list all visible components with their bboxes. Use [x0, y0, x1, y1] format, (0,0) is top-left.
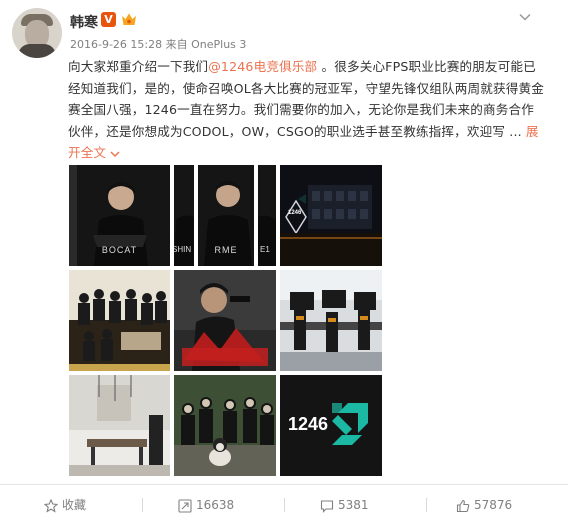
star-icon	[44, 498, 58, 513]
office-photo-icon	[69, 375, 170, 476]
post-body: 向大家郑重介绍一下我们@1246电竞俱乐部 。很多关心FPS职业比赛的朋友可能已…	[68, 56, 544, 164]
favorite-label: 收藏	[62, 498, 87, 512]
post-image-group-dog[interactable]	[174, 375, 276, 476]
player-name-caption: SHIN	[174, 245, 192, 254]
post-source: OnePlus 3	[191, 38, 247, 51]
post-image-gaming-room[interactable]	[280, 270, 382, 371]
poster-photo-icon	[174, 270, 276, 371]
expand-chevron-icon	[110, 150, 120, 157]
post-text-intro: 向大家郑重介绍一下我们	[68, 59, 209, 74]
chevron-down-icon[interactable]	[518, 10, 532, 24]
divider	[426, 498, 427, 512]
divider	[284, 498, 285, 512]
post-image-e1[interactable]: E1	[258, 165, 276, 266]
post-image-logo[interactable]: 1246	[280, 375, 382, 476]
like-count: 57876	[474, 498, 513, 512]
stage-logo-text: 1246	[288, 210, 302, 216]
author-avatar[interactable]	[12, 8, 62, 58]
player-name-caption: RME	[214, 245, 238, 255]
comment-button[interactable]: 5381	[320, 490, 369, 520]
like-button[interactable]: 57876	[456, 490, 512, 520]
player-name-caption: E1	[260, 245, 270, 254]
post-image-stage[interactable]: 1246	[280, 165, 382, 266]
repost-count: 16638	[196, 498, 235, 512]
divider	[142, 498, 143, 512]
post-image-office[interactable]	[69, 375, 170, 476]
favorite-button[interactable]: 收藏	[44, 490, 86, 520]
club-logo-text: 1246	[288, 414, 329, 434]
post-image-team-photo[interactable]	[69, 270, 170, 371]
source-prefix: 来自	[165, 38, 188, 51]
post-image-shin[interactable]: SHIN	[174, 165, 194, 266]
post-image-bocat[interactable]: BOCAT	[69, 165, 170, 266]
repost-button[interactable]: 16638	[178, 490, 234, 520]
vip-crown-icon	[122, 13, 136, 25]
comment-icon	[320, 499, 334, 513]
post-meta: 2016-9-26 15:28 来自 OnePlus 3	[70, 36, 246, 52]
author-name[interactable]: 韩寒	[70, 12, 98, 32]
group-dog-photo-icon	[174, 375, 276, 476]
post-date[interactable]: 2016-9-26 15:28	[70, 38, 162, 51]
mention-link[interactable]: @1246电竞俱乐部	[208, 59, 317, 74]
thumbs-up-icon	[456, 499, 470, 512]
weibo-post-card: 韩寒 V 2016-9-26 15:28 来自 OnePlus 3 向大家郑重介…	[0, 0, 568, 528]
team-photo-icon	[69, 270, 170, 371]
post-image-poster[interactable]	[174, 270, 276, 371]
repost-icon	[178, 498, 192, 513]
comment-count: 5381	[338, 498, 369, 512]
player-name-caption: BOCAT	[101, 245, 138, 255]
post-image-rme[interactable]: RME	[198, 165, 254, 266]
verified-badge-icon: V	[101, 12, 116, 27]
gaming-room-icon	[280, 270, 382, 371]
